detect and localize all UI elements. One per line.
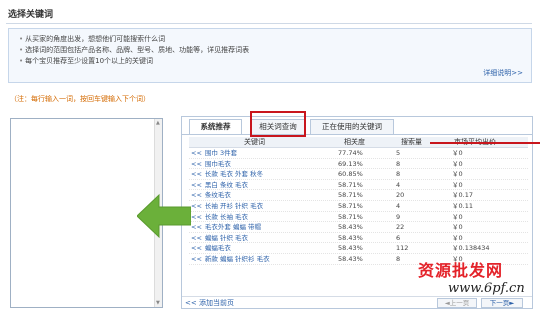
info-line: • 每个宝贝推荐至少设置10个以上的关键词 bbox=[19, 57, 154, 65]
add-keyword-icon[interactable]: << bbox=[191, 202, 202, 210]
relevance-cell: 58.43% bbox=[338, 233, 363, 242]
table-row[interactable]: << 长款 长袖 毛衣 58.71% 9 ￥0 bbox=[189, 212, 528, 223]
scroll-up-icon[interactable]: ▲ bbox=[156, 120, 160, 126]
column-header-relevance: 相关度 bbox=[344, 138, 365, 146]
relevance-cell: 58.71% bbox=[338, 212, 363, 221]
price-cell: ￥0 bbox=[452, 159, 463, 168]
keyword-cell[interactable]: << 毛衣外套 蝙蝠 带帽 bbox=[191, 222, 261, 232]
relevance-cell: 58.43% bbox=[338, 223, 363, 232]
relevance-cell: 60.85% bbox=[338, 170, 363, 179]
add-keyword-icon[interactable]: << bbox=[191, 223, 202, 231]
keyword-cell[interactable]: << 围巾毛衣 bbox=[191, 159, 231, 169]
watermark-logo: 资源批发网 bbox=[418, 261, 504, 280]
keyword-cell[interactable]: << 蝙蝠毛衣 bbox=[191, 243, 231, 253]
add-keyword-icon[interactable]: << bbox=[191, 234, 202, 242]
keyword-cell[interactable]: << 长款 毛衣 外套 秋冬 bbox=[191, 169, 263, 179]
info-line: • 从买家的角度出发，想想他们可能搜索什么词 bbox=[19, 35, 166, 43]
add-keyword-icon[interactable]: << bbox=[191, 191, 202, 199]
searches-cell: 8 bbox=[396, 170, 401, 179]
table-row[interactable]: << 长款 毛衣 外套 秋冬 60.85% 8 ￥0 bbox=[189, 169, 528, 180]
keyword-cell[interactable]: << 蝙蝠 针织 毛衣 bbox=[191, 233, 248, 243]
add-keyword-icon[interactable]: << bbox=[191, 255, 202, 263]
add-keyword-icon[interactable]: << bbox=[191, 213, 202, 221]
keyword-cell[interactable]: << 新款 蝙蝠 针织衫 毛衣 bbox=[191, 254, 270, 264]
input-note: （注：每行输入一词，按回车键输入下个词） bbox=[10, 95, 150, 103]
tab-system-recommend[interactable]: 系统推荐 bbox=[189, 119, 242, 134]
price-cell: ￥0.138434 bbox=[452, 244, 490, 253]
relevance-cell: 58.71% bbox=[338, 180, 363, 189]
add-keyword-icon[interactable]: << bbox=[191, 149, 202, 157]
table-row[interactable]: << 蝙蝠毛衣 58.43% 112 ￥0.138434 bbox=[189, 243, 528, 254]
searches-cell: 4 bbox=[396, 201, 401, 210]
page-title: 选择关键词 bbox=[8, 10, 54, 20]
searches-cell: 5 bbox=[396, 149, 401, 157]
searches-cell: 9 bbox=[396, 212, 401, 221]
searches-cell: 8 bbox=[396, 254, 401, 263]
price-cell: ￥0 bbox=[452, 170, 463, 179]
relevance-cell: 77.74% bbox=[338, 149, 363, 157]
price-cell: ￥0.11 bbox=[452, 201, 473, 210]
table-row[interactable]: << 黑白 条纹 毛衣 58.71% 4 ￥0 bbox=[189, 180, 528, 191]
table-row[interactable]: << 蝙蝠 针织 毛衣 58.43% 6 ￥0 bbox=[189, 233, 528, 244]
table-row[interactable]: << 围巾 3件套 77.74% 5 ￥0 bbox=[189, 148, 528, 159]
relevance-cell: 58.43% bbox=[338, 244, 363, 253]
column-header-searches: 搜索量 bbox=[401, 138, 422, 146]
keyword-cell[interactable]: << 长款 长袖 毛衣 bbox=[191, 212, 248, 222]
price-cell: ￥0 bbox=[452, 180, 463, 189]
keyword-cell[interactable]: << 条纹毛衣 bbox=[191, 190, 231, 200]
watermark-url: www.6pf.cn bbox=[448, 281, 525, 296]
add-current-page-link[interactable]: << 添加当前页 bbox=[185, 298, 234, 308]
next-page-button[interactable]: 下一页► bbox=[481, 298, 523, 308]
add-keyword-icon[interactable]: << bbox=[191, 170, 202, 178]
keyword-table: << 围巾 3件套 77.74% 5 ￥0 << 围巾毛衣 69.13% 8 ￥0 << 长款 毛衣 … bbox=[189, 148, 528, 265]
price-cell: ￥0 bbox=[452, 149, 463, 157]
info-line: • 选择词的范围包括产品名称、品牌、型号、质地、功能等，详见推荐词表 bbox=[19, 46, 250, 54]
relevance-cell: 58.71% bbox=[338, 191, 363, 200]
table-row[interactable]: << 长袖 开衫 针织 毛衣 58.71% 4 ￥0.11 bbox=[189, 201, 528, 212]
searches-cell: 6 bbox=[396, 233, 401, 242]
add-keyword-icon[interactable]: << bbox=[191, 160, 202, 168]
price-cell: ￥0 bbox=[452, 223, 463, 232]
searches-cell: 112 bbox=[396, 244, 409, 253]
table-row[interactable]: << 条纹毛衣 58.71% 20 ￥0.17 bbox=[189, 190, 528, 201]
column-header-keyword: 关键词 bbox=[244, 138, 265, 146]
table-row[interactable]: << 毛衣外套 蝙蝠 带帽 58.43% 22 ￥0 bbox=[189, 222, 528, 233]
keyword-cell[interactable]: << 长袖 开衫 针织 毛衣 bbox=[191, 201, 263, 211]
tab-keywords-in-use[interactable]: 正在使用的关键词 bbox=[310, 119, 394, 134]
price-cell: ￥0.17 bbox=[452, 191, 473, 200]
add-keyword-icon[interactable]: << bbox=[191, 181, 202, 189]
scroll-down-icon[interactable]: ▼ bbox=[156, 300, 160, 306]
relevance-cell: 69.13% bbox=[338, 159, 363, 168]
searches-cell: 8 bbox=[396, 159, 401, 168]
table-footer: << 添加当前页 ◄上一页 下一页► bbox=[182, 296, 532, 308]
searches-cell: 22 bbox=[396, 223, 405, 232]
searches-cell: 20 bbox=[396, 191, 405, 200]
add-keyword-icon[interactable]: << bbox=[191, 244, 202, 252]
relevance-cell: 58.71% bbox=[338, 201, 363, 210]
left-arrow-icon bbox=[137, 193, 191, 239]
detail-link[interactable]: 详细说明>> bbox=[483, 68, 523, 78]
price-cell: ￥0 bbox=[452, 212, 463, 221]
title-divider bbox=[6, 23, 532, 24]
price-cell: ￥0 bbox=[452, 233, 463, 242]
relevance-cell: 58.43% bbox=[338, 254, 363, 263]
annotation-line bbox=[430, 142, 540, 144]
searches-cell: 4 bbox=[396, 180, 401, 189]
table-row[interactable]: << 围巾毛衣 69.13% 8 ￥0 bbox=[189, 159, 528, 170]
keyword-cell[interactable]: << 围巾 3件套 bbox=[191, 148, 237, 158]
info-box: • 从买家的角度出发，想想他们可能搜索什么词 • 选择词的范围包括产品名称、品牌、型… bbox=[8, 28, 532, 83]
keyword-cell[interactable]: << 黑白 条纹 毛衣 bbox=[191, 180, 248, 190]
tab-highlight-box bbox=[250, 111, 306, 137]
prev-page-button[interactable]: ◄上一页 bbox=[437, 298, 477, 308]
